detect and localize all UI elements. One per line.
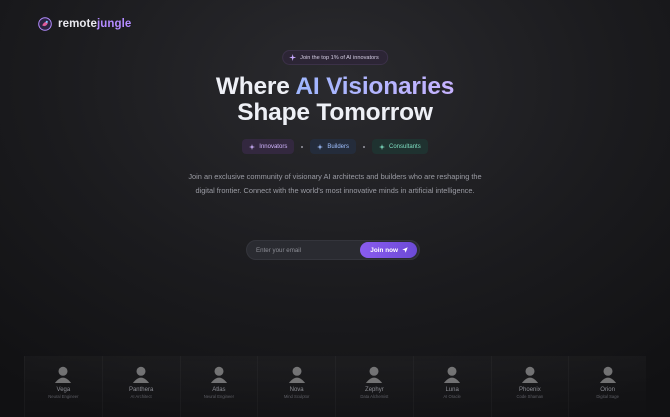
sparkle-icon bbox=[249, 143, 256, 150]
member-role: Data Alchemist bbox=[360, 394, 389, 399]
member-strip: Vega Neural Engineer Panthera AI Archite… bbox=[24, 356, 646, 417]
sparkle-icon bbox=[289, 54, 297, 61]
logo-icon bbox=[38, 17, 52, 31]
sparkle-icon bbox=[379, 143, 386, 150]
avatar-icon bbox=[444, 366, 461, 383]
member-name: Nova bbox=[289, 387, 304, 393]
headline-line1-plain: Where bbox=[215, 73, 296, 100]
member-role: Digital Sage bbox=[596, 394, 619, 399]
avatar-icon bbox=[288, 366, 305, 383]
member-name: Vega bbox=[56, 387, 71, 393]
member-role: AI Architect bbox=[130, 394, 152, 399]
brand-name-part1: remote bbox=[58, 18, 97, 30]
tag-builders: Builders bbox=[310, 139, 357, 154]
avatar-icon bbox=[210, 366, 227, 383]
member-role: Neural Engineer bbox=[203, 394, 234, 399]
headline-line2: Shape Tomorrow bbox=[237, 99, 433, 126]
role-tags: Innovators Builders Consultants bbox=[0, 139, 670, 154]
sparkle-icon bbox=[317, 143, 324, 150]
member-card[interactable]: Vega Neural Engineer bbox=[24, 356, 102, 417]
email-input[interactable] bbox=[247, 241, 361, 259]
avatar-icon bbox=[599, 366, 616, 383]
headline-line1-accent: AI Visionaries bbox=[295, 73, 455, 100]
member-card[interactable]: Phoenix Code Shaman bbox=[490, 356, 569, 417]
member-card[interactable]: Orion Digital Sage bbox=[568, 356, 646, 417]
member-card[interactable]: Nova Mind Sculptor bbox=[257, 356, 335, 417]
member-name: Phoenix bbox=[519, 387, 541, 393]
avatar-icon bbox=[366, 366, 383, 383]
member-card[interactable]: Panthera AI Architect bbox=[101, 356, 180, 417]
tag-innovators: Innovators bbox=[242, 139, 295, 154]
member-role: Neural Engineer bbox=[48, 394, 79, 399]
member-name: Panthera bbox=[128, 387, 154, 393]
member-card[interactable]: Atlas Neural Engineer bbox=[179, 356, 258, 417]
tag-label: Builders bbox=[327, 143, 350, 150]
tag-consultants: Consultants bbox=[372, 139, 428, 154]
join-now-label: Join now bbox=[370, 246, 398, 254]
member-card[interactable]: Luna AI Oracle bbox=[412, 356, 491, 417]
separator-dot bbox=[301, 145, 304, 148]
brand-name-part2: jungle bbox=[96, 18, 132, 30]
avatar-icon bbox=[133, 366, 150, 383]
tag-label: Consultants bbox=[389, 143, 421, 150]
page-description: Join an exclusive community of visionary… bbox=[188, 172, 482, 195]
join-now-button[interactable]: Join now bbox=[360, 242, 417, 258]
brand-name: remotejungle bbox=[58, 18, 131, 30]
member-name: Orion bbox=[600, 387, 615, 393]
brand-logo[interactable]: remotejungle bbox=[38, 17, 131, 31]
separator-dot bbox=[363, 145, 366, 148]
signup-form: Join now bbox=[246, 240, 420, 260]
send-icon bbox=[402, 247, 408, 253]
member-name: Atlas bbox=[212, 387, 226, 393]
avatar-icon bbox=[521, 366, 538, 383]
member-role: AI Oracle bbox=[443, 394, 461, 399]
member-role: Code Shaman bbox=[516, 394, 544, 399]
badge-text: Join the top 1% of AI innovators bbox=[300, 54, 379, 61]
member-name: Zephyr bbox=[365, 387, 384, 393]
avatar-icon bbox=[55, 366, 72, 383]
top-innovators-badge: Join the top 1% of AI innovators bbox=[282, 50, 388, 65]
page-headline: Where AI Visionaries Shape Tomorrow bbox=[0, 74, 670, 126]
member-card[interactable]: Zephyr Data Alchemist bbox=[335, 356, 413, 417]
tag-label: Innovators bbox=[259, 143, 288, 150]
member-name: Luna bbox=[445, 387, 459, 393]
member-role: Mind Sculptor bbox=[283, 394, 310, 399]
